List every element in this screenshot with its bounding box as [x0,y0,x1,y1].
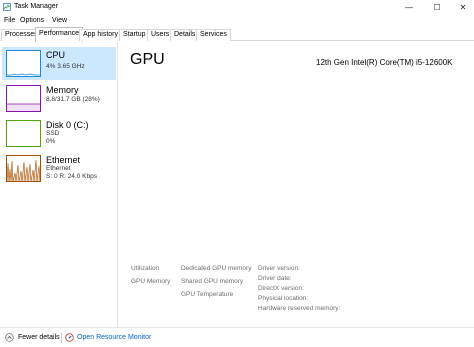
tab-app-history[interactable]: App history [79,29,123,41]
title-bar: Task Manager — ☐ ✕ [0,0,474,14]
dedicated-memory-label: Dedicated GPU memory [181,265,252,272]
sidebar-item-subtitle: SSD [46,130,60,137]
sidebar-item-memory[interactable]: Memory 8.8/31.7 GB (28%) [2,82,116,115]
directx-version-label: DirectX version: [258,285,304,292]
sidebar-item-title: Memory [46,85,79,95]
chevron-up-circle-icon[interactable] [5,333,14,342]
open-resource-monitor-link[interactable]: Open Resource Monitor [77,334,151,341]
tab-services[interactable]: Services [196,29,231,41]
minimize-icon: — [405,2,413,12]
menu-options[interactable]: Options [20,17,44,24]
sidebar-item-ethernet[interactable]: Ethernet Ethernet S: 0 R: 24.0 Kbps [2,152,116,185]
window-title: Task Manager [14,3,58,10]
close-button[interactable]: ✕ [450,0,474,14]
tab-bar: Processes Performance App history Startu… [0,27,474,42]
gpu-model-name: 12th Gen Intel(R) Core(TM) i5-12600K [316,58,453,67]
sidebar-item-subtitle: Ethernet [46,165,71,172]
sidebar-item-title: CPU [46,50,66,60]
sidebar-item-subtitle: 8.8/31.7 GB (28%) [46,96,100,103]
ethernet-graph-thumbnail [6,155,41,182]
sidebar-item-title: Ethernet [46,155,81,165]
memory-graph-thumbnail [6,85,41,112]
tab-details[interactable]: Details [170,29,200,41]
page-title: GPU [130,51,165,68]
maximize-button[interactable]: ☐ [424,0,450,14]
close-icon: ✕ [459,2,467,12]
disk-graph-thumbnail [6,120,41,147]
resource-monitor-icon [65,333,74,342]
tab-performance[interactable]: Performance [35,27,84,42]
gpu-temperature-label: GPU Temperature [181,291,234,298]
sidebar-item-cpu[interactable]: CPU 4% 3.65 GHz [2,47,116,80]
sidebar-item-disk[interactable]: Disk 0 (C:) SSD 0% [2,117,116,150]
footer-bar: Fewer details Open Resource Monitor [0,327,474,347]
fewer-details-button[interactable]: Fewer details [18,334,60,341]
menu-bar: File Options View [0,14,474,27]
sidebar-item-subtitle: 4% 3.65 GHz [46,63,85,70]
driver-date-label: Driver date: [258,275,292,282]
task-manager-icon [3,3,11,11]
hardware-reserved-memory-label: Hardware reserved memory: [258,305,341,312]
driver-version-label: Driver version: [258,265,300,272]
sidebar-item-subtitle-2: S: 0 R: 24.0 Kbps [46,173,97,180]
footer-divider [61,333,62,343]
tab-startup[interactable]: Startup [119,29,150,41]
minimize-button[interactable]: — [396,0,422,14]
gpu-memory-label: GPU Memory [131,278,171,285]
maximize-icon: ☐ [433,2,441,12]
performance-sidebar: CPU 4% 3.65 GHz Memory 8.8/31.7 GB (28%)… [0,42,118,327]
sidebar-item-subtitle-2: 0% [46,138,56,145]
utilization-label: Utilization [131,265,160,272]
menu-file[interactable]: File [4,17,15,24]
sidebar-item-title: Disk 0 (C:) [46,120,89,130]
physical-location-label: Physical location: [258,295,309,302]
cpu-graph-thumbnail [6,50,41,77]
menu-view[interactable]: View [52,17,67,24]
shared-memory-label: Shared GPU memory [181,278,244,285]
